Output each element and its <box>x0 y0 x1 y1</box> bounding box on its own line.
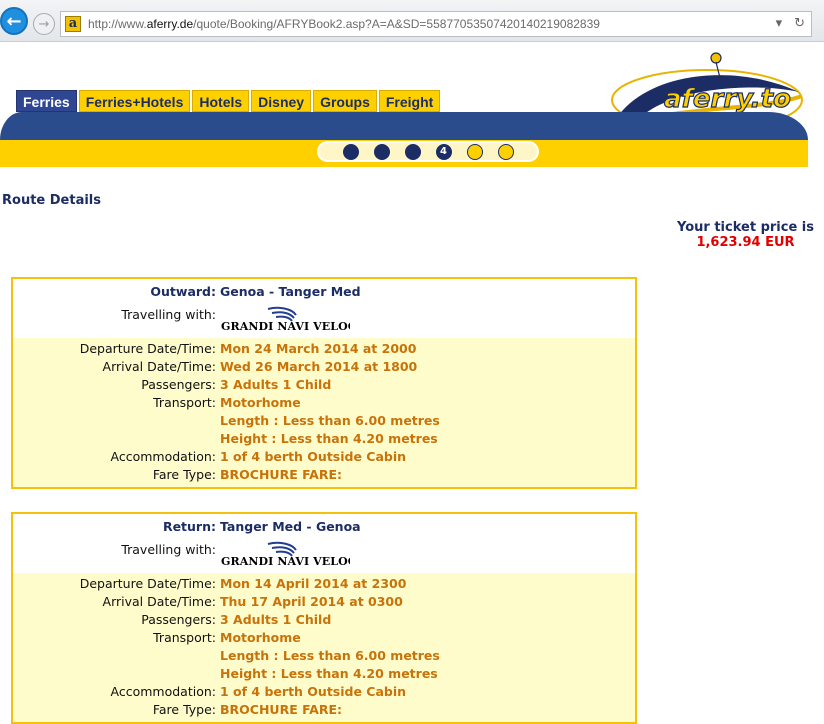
ticket-price: Your ticket price is 1,623.94 EUR <box>677 220 814 250</box>
transport-value: Motorhome <box>220 630 301 645</box>
transport-row: Transport: Motorhome Length : Less than … <box>13 394 635 448</box>
transport-length: Length : Less than 6.00 metres <box>220 648 440 663</box>
url-path: /quote/Booking/AFRYBook2.asp?A=A&SD=5587… <box>193 17 600 31</box>
progress-step-4: 4 <box>435 143 452 160</box>
url-host: aferry.de <box>146 17 194 31</box>
departure-label: Departure Date/Time: <box>79 576 216 591</box>
arrival-value: Wed 26 March 2014 at 1800 <box>220 359 418 374</box>
fare-label: Fare Type: <box>152 702 216 717</box>
fare-value: BROCHURE FARE: <box>220 467 343 482</box>
back-arrow-icon[interactable]: ← <box>0 7 28 35</box>
passengers-value: 3 Adults 1 Child <box>220 377 332 392</box>
nav-tab-groups[interactable]: Groups <box>313 90 377 112</box>
transport-label: Transport: <box>153 395 216 410</box>
booking-progress: 4 <box>317 141 539 162</box>
leg-route-row: Return: Tanger Med - Genoa <box>13 518 635 536</box>
leg-route-row: Outward: Genoa - Tanger Med <box>13 283 635 301</box>
transport-value: Motorhome <box>220 395 301 410</box>
progress-step-1 <box>342 143 359 160</box>
accommodation-row: Accommodation: 1 of 4 berth Outside Cabi… <box>13 683 635 701</box>
passengers-row: Passengers: 3 Adults 1 Child <box>13 611 635 629</box>
leg-direction-label: Outward: <box>150 284 216 299</box>
passengers-value: 3 Adults 1 Child <box>220 612 332 627</box>
fare-value: BROCHURE FARE: <box>220 702 343 717</box>
operator-logo: GRANDI NAVI VELOCI <box>220 541 362 572</box>
site-favicon-icon: a <box>65 16 81 32</box>
address-bar[interactable]: a http://www.aferry.de/quote/Booking/AFR… <box>60 11 812 37</box>
ticket-price-value: 1,623.94 EUR <box>696 235 795 250</box>
arrival-row: Arrival Date/Time: Wed 26 March 2014 at … <box>13 358 635 376</box>
outward-leg: Outward: Genoa - Tanger Med Travelling w… <box>11 277 637 489</box>
fare-row: Fare Type: BROCHURE FARE: <box>13 466 635 484</box>
forward-arrow-icon[interactable]: → <box>33 13 55 35</box>
fare-label: Fare Type: <box>152 467 216 482</box>
leg-direction-label: Return: <box>162 519 216 534</box>
operator-logo: GRANDI NAVI VELOCI <box>220 306 362 337</box>
transport-row: Transport: Motorhome Length : Less than … <box>13 629 635 683</box>
progress-step-5 <box>466 143 483 160</box>
browser-toolbar: ← → a http://www.aferry.de/quote/Booking… <box>0 0 824 42</box>
leg-route: Tanger Med - Genoa <box>220 519 361 534</box>
logo-text: aferry.to <box>664 84 791 114</box>
departure-label: Departure Date/Time: <box>79 341 216 356</box>
departure-value: Mon 24 March 2014 at 2000 <box>220 341 417 356</box>
departure-row: Departure Date/Time: Mon 24 March 2014 a… <box>13 340 635 358</box>
transport-label: Transport: <box>153 630 216 645</box>
accommodation-value: 1 of 4 berth Outside Cabin <box>220 684 407 699</box>
progress-step-3 <box>404 143 421 160</box>
nav-tab-ferries-hotels[interactable]: Ferries+Hotels <box>78 90 191 112</box>
leg-route: Genoa - Tanger Med <box>220 284 361 299</box>
ticket-price-label: Your ticket price is <box>677 220 814 235</box>
url-text[interactable]: http://www.aferry.de/quote/Booking/AFRYB… <box>88 17 600 31</box>
return-leg: Return: Tanger Med - Genoa Travelling wi… <box>11 512 637 724</box>
route-details-title: Route Details <box>2 193 101 208</box>
accommodation-value: 1 of 4 berth Outside Cabin <box>220 449 407 464</box>
fare-row: Fare Type: BROCHURE FARE: <box>13 701 635 719</box>
refresh-icon[interactable]: ↻ <box>794 16 805 31</box>
progress-step-2 <box>373 143 390 160</box>
accommodation-row: Accommodation: 1 of 4 berth Outside Cabi… <box>13 448 635 466</box>
main-nav: Ferries Ferries+Hotels Hotels Disney Gro… <box>16 90 441 112</box>
arrival-value: Thu 17 April 2014 at 0300 <box>220 594 403 609</box>
travelling-with-label: Travelling with: <box>121 307 216 322</box>
arrival-label: Arrival Date/Time: <box>102 359 216 374</box>
gnv-waves-icon: GRANDI NAVI VELOCI <box>221 306 362 333</box>
passengers-row: Passengers: 3 Adults 1 Child <box>13 376 635 394</box>
address-tools: ▾ ↻ <box>776 16 805 31</box>
nav-tab-ferries[interactable]: Ferries <box>16 90 77 112</box>
nav-tab-freight[interactable]: Freight <box>378 90 441 112</box>
departure-row: Departure Date/Time: Mon 14 April 2014 a… <box>13 575 635 593</box>
header-band-blue <box>0 112 808 140</box>
operator-name: GRANDI NAVI VELOCI <box>221 320 350 332</box>
url-prefix: http://www. <box>88 17 147 31</box>
operator-name: GRANDI NAVI VELOCI <box>221 555 350 567</box>
departure-value: Mon 14 April 2014 at 2300 <box>220 576 407 591</box>
operator-row: Travelling with: GRANDI NAVI VELOCI <box>13 306 635 333</box>
gnv-waves-icon: GRANDI NAVI VELOCI <box>221 541 362 568</box>
passengers-label: Passengers: <box>141 377 216 392</box>
transport-height: Height : Less than 4.20 metres <box>220 666 438 681</box>
transport-height: Height : Less than 4.20 metres <box>220 431 438 446</box>
arrival-row: Arrival Date/Time: Thu 17 April 2014 at … <box>13 593 635 611</box>
accommodation-label: Accommodation: <box>110 684 216 699</box>
arrival-label: Arrival Date/Time: <box>102 594 216 609</box>
operator-row: Travelling with: GRANDI NAVI VELOCI <box>13 541 635 568</box>
search-dropdown-icon[interactable]: ▾ <box>776 16 783 31</box>
progress-step-6 <box>497 143 514 160</box>
transport-length: Length : Less than 6.00 metres <box>220 413 440 428</box>
accommodation-label: Accommodation: <box>110 449 216 464</box>
nav-tab-hotels[interactable]: Hotels <box>192 90 250 112</box>
passengers-label: Passengers: <box>141 612 216 627</box>
travelling-with-label: Travelling with: <box>121 542 216 557</box>
nav-tab-disney[interactable]: Disney <box>251 90 312 112</box>
